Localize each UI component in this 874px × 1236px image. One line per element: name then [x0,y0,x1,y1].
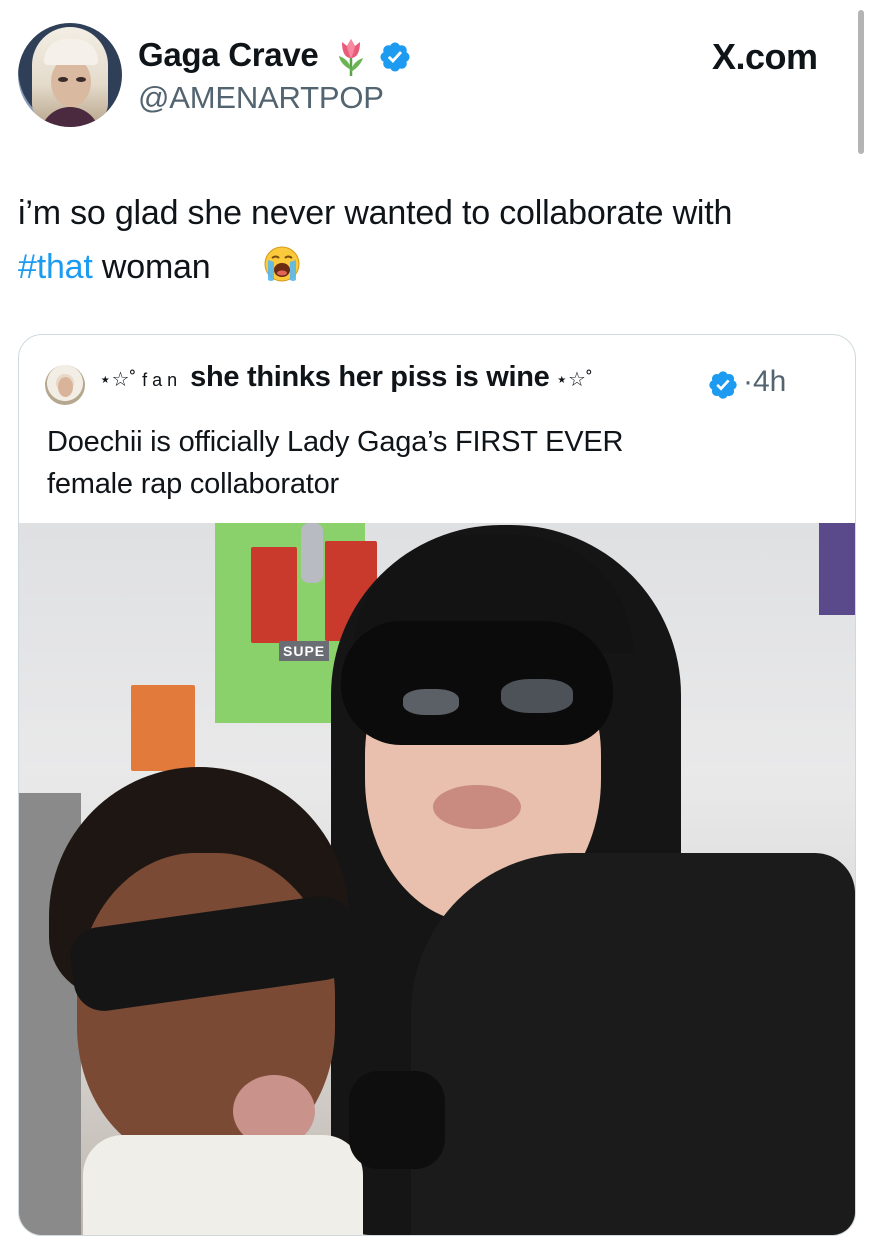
quoted-name-decoration-word: fan [142,370,183,390]
photo-person-right-sunglasses [341,621,613,745]
photo-person-right-coat [411,853,855,1235]
quoted-author-name[interactable]: she thinks her piss is wine [190,361,550,394]
photo-purple-screen [819,523,855,615]
verified-badge-icon [380,42,410,72]
page-scrollbar[interactable] [858,10,864,154]
quoted-tweet-text: Doechii is officially Lady Gaga’s FIRST … [47,421,837,505]
quoted-tweet-card[interactable]: ⋆☆˚ fan she thinks her piss is wine ⋆☆˚ … [18,334,856,1236]
tulip-icon [339,39,363,76]
timestamp-separator: · [743,365,753,398]
site-label: X.com [712,36,818,77]
quoted-verified-badge-icon [709,371,737,399]
author-name[interactable]: Gaga Crave [138,36,319,74]
timestamp-value: 4h [753,365,787,398]
author-handle[interactable]: @AMENARTPOP [138,80,384,116]
photo-trophy [301,523,323,583]
quoted-text-line-2: female rap collaborator [47,468,339,500]
photo-gloved-hand [349,1071,445,1169]
tweet-text-main: i’m so glad she never wanted to collabor… [18,194,733,232]
crying-face-icon [264,246,300,282]
quoted-tweet-photo[interactable]: SUPE [19,523,855,1235]
tweet-text-end: woman [101,248,211,286]
photo-red-box [251,547,297,643]
quoted-timestamp[interactable]: ·4h [743,365,786,399]
photo-poster [131,685,195,771]
quoted-name-decoration-suffix: ⋆☆˚ [555,369,593,391]
photo-sign-text: SUPE [279,641,330,661]
photo-person-left-shirt [83,1135,363,1235]
hashtag-link[interactable]: #that [18,248,93,286]
quoted-text-line-1: Doechii is officially Lady Gaga’s FIRST … [47,426,624,458]
sunglasses-reflection [403,689,459,715]
author-avatar[interactable] [18,23,122,127]
sunglasses-reflection [501,679,573,713]
quoted-author-avatar[interactable] [45,365,85,405]
quoted-name-decoration-prefix: ⋆☆˚ [99,369,137,391]
tweet-text: i’m so glad she never wanted to collabor… [18,186,858,294]
quoted-author-header: ⋆☆˚ fan she thinks her piss is wine ⋆☆˚ [99,361,599,409]
photo-person-right-lips [433,785,521,829]
